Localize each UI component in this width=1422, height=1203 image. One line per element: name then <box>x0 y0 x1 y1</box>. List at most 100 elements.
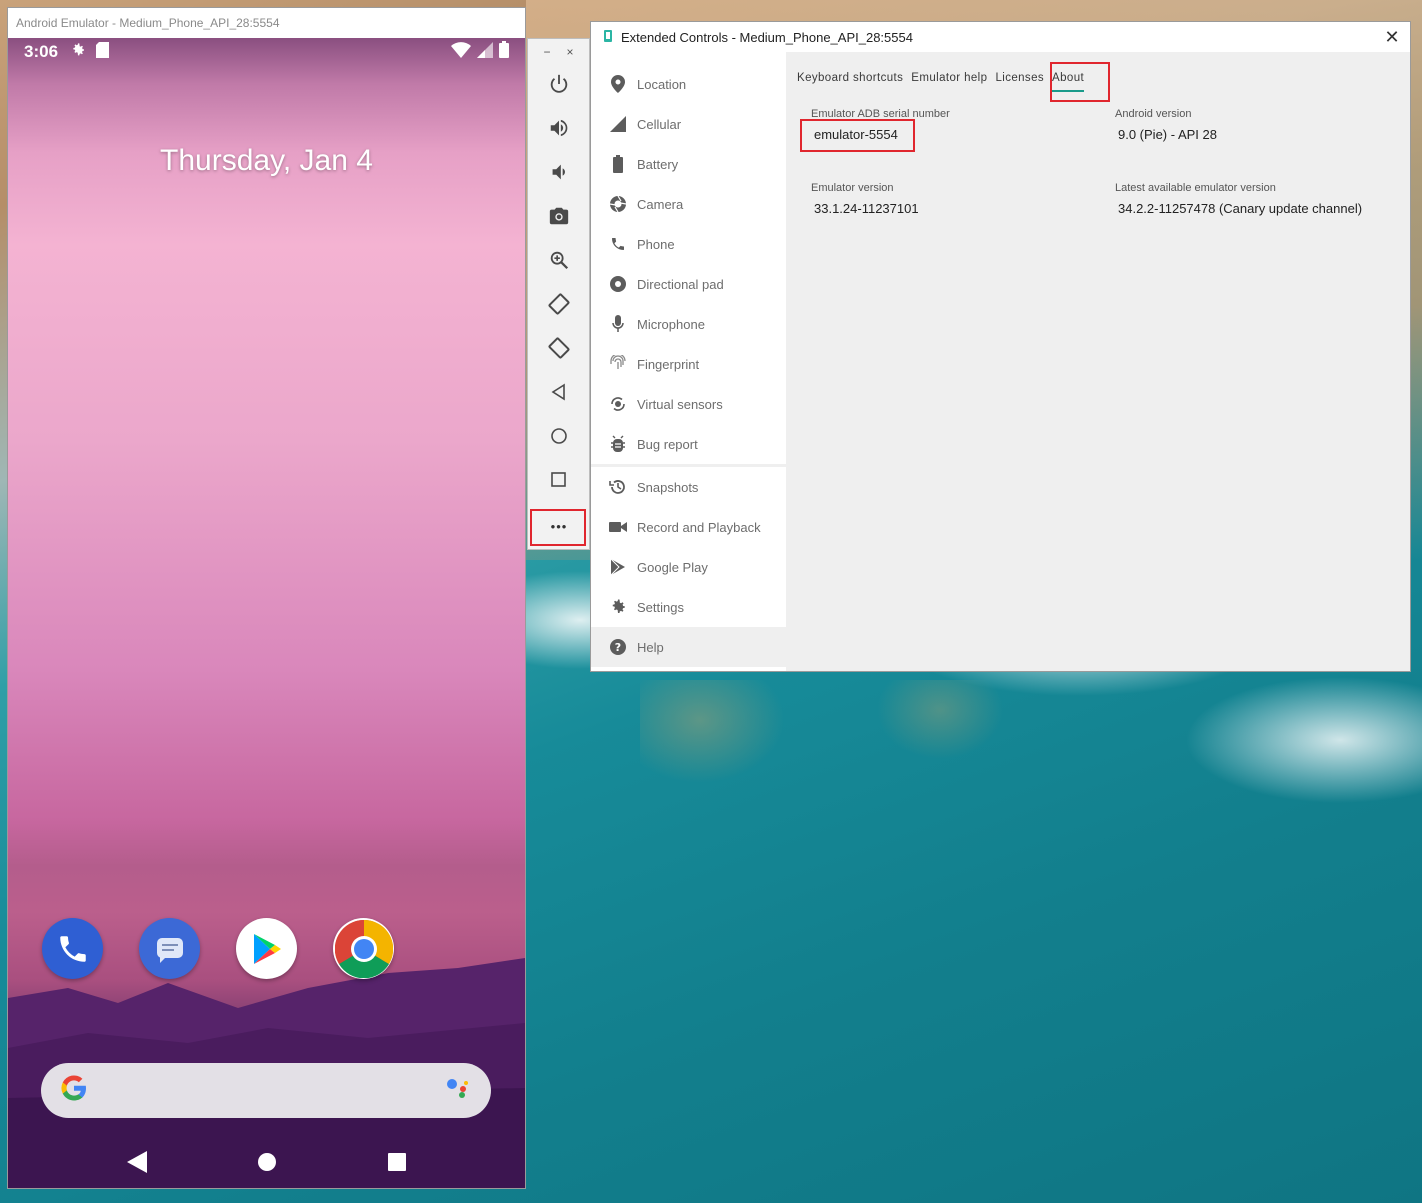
sensors-icon <box>609 395 627 413</box>
extended-controls-titlebar[interactable]: Extended Controls - Medium_Phone_API_28:… <box>591 22 1410 52</box>
microphone-icon <box>609 315 627 333</box>
nav-home-icon[interactable] <box>257 1152 277 1177</box>
nav-item-directional-pad[interactable]: Directional pad <box>591 264 786 304</box>
nav-item-microphone[interactable]: Microphone <box>591 304 786 344</box>
nav-item-battery[interactable]: Battery <box>591 144 786 184</box>
desktop-background-water <box>640 680 1140 940</box>
nav-item-fingerprint[interactable]: Fingerprint <box>591 344 786 384</box>
tab-emulator-help[interactable]: Emulator help <box>911 70 987 86</box>
dpad-icon <box>609 275 627 293</box>
video-camera-icon <box>609 518 627 536</box>
power-icon <box>548 73 570 100</box>
play-icon <box>609 558 627 576</box>
close-icon[interactable]: ✕ <box>1374 27 1410 48</box>
rotate-left-icon <box>547 292 571 321</box>
help-icon: ? <box>609 638 627 656</box>
rotate-right-icon <box>547 336 571 365</box>
app-window-icon <box>603 29 613 45</box>
messages-app-icon[interactable] <box>139 918 200 979</box>
android-version-value[interactable]: 9.0 (Pie) - API 28 <box>1118 127 1217 142</box>
nav-overview-icon[interactable] <box>387 1152 407 1177</box>
nav-item-phone[interactable]: Phone <box>591 224 786 264</box>
nav-item-camera[interactable]: Camera <box>591 184 786 224</box>
chrome-app-icon[interactable] <box>333 918 394 979</box>
tab-keyboard-shortcuts[interactable]: Keyboard shortcuts <box>797 70 903 86</box>
minimize-button[interactable]: − <box>543 45 550 59</box>
nav-item-label: Record and Playback <box>637 519 761 535</box>
wifi-icon <box>451 41 471 63</box>
sd-card-icon <box>96 41 110 63</box>
nav-item-label: Help <box>637 639 664 655</box>
svg-text:?: ? <box>615 641 621 654</box>
extended-controls-title: Extended Controls - Medium_Phone_API_28:… <box>621 29 913 45</box>
fingerprint-icon <box>609 355 627 373</box>
nav-item-label: Phone <box>637 236 675 252</box>
nav-back-icon[interactable] <box>126 1150 147 1178</box>
location-pin-icon <box>609 75 627 93</box>
adb-serial-highlight <box>800 119 915 152</box>
zoom-button[interactable] <box>542 245 576 279</box>
volume-up-button[interactable] <box>542 113 576 147</box>
screenshot-button[interactable] <box>542 201 576 235</box>
status-right-icons <box>451 41 509 63</box>
toolbar-window-controls: − × <box>528 39 589 65</box>
about-tab-highlight <box>1050 62 1110 102</box>
status-time: 3:06 <box>24 42 59 61</box>
cell-signal-icon <box>477 41 493 63</box>
close-button[interactable]: × <box>567 45 574 59</box>
zoom-in-icon <box>548 249 570 276</box>
phone-app-icon[interactable] <box>42 918 103 979</box>
nav-item-label: Google Play <box>637 559 708 575</box>
power-button[interactable] <box>542 69 576 103</box>
tab-licenses[interactable]: Licenses <box>995 70 1044 86</box>
android-nav-bar <box>8 1144 525 1184</box>
nav-item-cellular[interactable]: Cellular <box>591 104 786 144</box>
emulator-titlebar[interactable]: Android Emulator - Medium_Phone_API_28:5… <box>8 8 525 38</box>
back-button[interactable] <box>542 377 576 411</box>
nav-item-settings[interactable]: Settings <box>591 587 786 627</box>
emulator-title: Android Emulator - Medium_Phone_API_28:5… <box>16 16 280 30</box>
play-store-app-icon[interactable] <box>236 918 297 979</box>
android-version-label: Android version <box>1115 108 1192 120</box>
nav-item-label: Directional pad <box>637 276 724 292</box>
google-search-bar[interactable] <box>41 1063 491 1118</box>
rotate-right-button[interactable] <box>542 333 576 367</box>
nav-item-label: Fingerprint <box>637 356 700 372</box>
emulator-version-value[interactable]: 33.1.24-11237101 <box>814 201 919 216</box>
nav-item-label: Bug report <box>637 436 698 452</box>
phone-icon <box>609 235 627 253</box>
camera-shutter-icon <box>609 195 627 213</box>
overview-button[interactable] <box>542 465 576 499</box>
lockscreen-date[interactable]: Thursday, Jan 4 <box>8 144 525 178</box>
nav-item-label: Microphone <box>637 316 705 332</box>
phone-screen[interactable]: 3:06 Thursday, Jan 4 <box>8 38 525 1188</box>
nav-item-snapshots[interactable]: Snapshots <box>591 467 786 507</box>
nav-item-google-play[interactable]: Google Play <box>591 547 786 587</box>
nav-item-help[interactable]: ? Help <box>591 627 786 667</box>
google-assistant-icon[interactable] <box>443 1073 473 1108</box>
nav-item-location[interactable]: Location <box>591 64 786 104</box>
home-button[interactable] <box>542 421 576 455</box>
nav-item-record-and-playback[interactable]: Record and Playback <box>591 507 786 547</box>
nav-item-label: Virtual sensors <box>637 396 723 412</box>
nav-item-label: Settings <box>637 599 684 615</box>
nav-item-virtual-sensors[interactable]: Virtual sensors <box>591 384 786 424</box>
volume-down-button[interactable] <box>542 157 576 191</box>
battery-icon <box>499 41 509 63</box>
nav-item-bug-report[interactable]: Bug report <box>591 424 786 464</box>
rotate-left-button[interactable] <box>542 289 576 323</box>
nav-item-label: Snapshots <box>637 479 699 495</box>
volume-up-icon <box>548 117 570 144</box>
home-circle-icon <box>550 427 568 450</box>
nav-item-label: Battery <box>637 156 679 172</box>
more-button-highlight <box>530 509 586 546</box>
extended-controls-window: Extended Controls - Medium_Phone_API_28:… <box>590 21 1411 672</box>
latest-version-value[interactable]: 34.2.2-11257478 (Canary update channel) <box>1118 201 1362 216</box>
gear-icon <box>70 42 86 63</box>
home-dock <box>42 918 394 979</box>
emulator-side-toolbar: − × ••• <box>527 38 590 550</box>
battery-icon <box>609 155 627 173</box>
help-tabs: Keyboard shortcuts Emulator help License… <box>797 70 1085 92</box>
latest-version-label: Latest available emulator version <box>1115 182 1276 194</box>
cellular-signal-icon <box>609 115 627 133</box>
